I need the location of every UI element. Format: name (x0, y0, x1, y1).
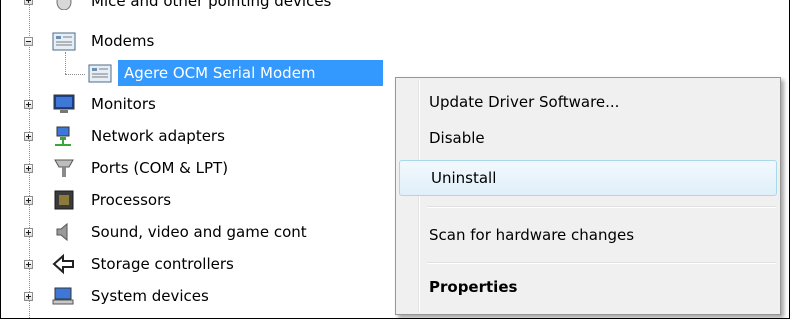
tree-item-label: Network adapters (91, 127, 225, 145)
speaker-icon (56, 222, 68, 242)
menu-item-label: Update Driver Software... (429, 93, 620, 111)
expand-icon[interactable] (24, 100, 33, 109)
modem-icon (88, 64, 112, 83)
tree-item-label: Storage controllers (91, 255, 234, 273)
expand-icon[interactable] (24, 132, 33, 141)
processor-icon (54, 190, 74, 210)
tree-item-label: Modems (91, 32, 155, 50)
tree-guide-line (65, 52, 66, 74)
menu-item-properties[interactable]: Properties (398, 269, 778, 305)
expand-icon[interactable] (24, 292, 33, 301)
tree-item-label: Processors (91, 191, 172, 209)
tree-item-label: System devices (91, 287, 209, 305)
tree-item-agere-modem[interactable]: Agere OCM Serial Modem (118, 60, 383, 86)
computer-icon (52, 287, 74, 305)
menu-item-disable[interactable]: Disable (398, 120, 778, 156)
expand-icon[interactable] (24, 164, 33, 173)
monitor-icon (53, 94, 75, 113)
tree-guide-line (29, 0, 30, 318)
menu-item-update-driver[interactable]: Update Driver Software... (398, 84, 778, 120)
tree-item-label: Agere OCM Serial Modem (124, 64, 316, 82)
expand-icon[interactable] (24, 196, 33, 205)
expand-icon[interactable] (24, 228, 33, 237)
menu-item-uninstall[interactable]: Uninstall (399, 160, 777, 196)
menu-item-label: Disable (429, 129, 485, 147)
menu-item-label: Uninstall (431, 169, 497, 187)
mouse-icon (56, 0, 72, 10)
tree-item-label: Ports (COM & LPT) (91, 159, 229, 177)
port-icon (54, 159, 74, 177)
context-menu: Update Driver Software... Disable Uninst… (395, 77, 781, 315)
menu-separator (427, 262, 776, 264)
expand-icon[interactable] (24, 260, 33, 269)
storage-icon (52, 253, 74, 275)
expand-icon[interactable] (24, 0, 33, 5)
tree-guide-line (65, 74, 85, 75)
tree-item-label: Mice and other pointing devices (91, 0, 332, 10)
network-adapter-icon (55, 126, 71, 146)
modem-icon (52, 32, 76, 51)
tree-item-label: Sound, video and game cont (91, 223, 307, 241)
menu-item-label: Scan for hardware changes (429, 226, 635, 244)
menu-item-label: Properties (429, 278, 518, 296)
menu-separator (427, 206, 776, 208)
tree-item-label: Monitors (91, 95, 156, 113)
menu-item-scan-hardware[interactable]: Scan for hardware changes (398, 217, 778, 253)
collapse-icon[interactable] (24, 37, 33, 46)
device-manager-window: Mice and other pointing devices Modems A (0, 0, 790, 319)
